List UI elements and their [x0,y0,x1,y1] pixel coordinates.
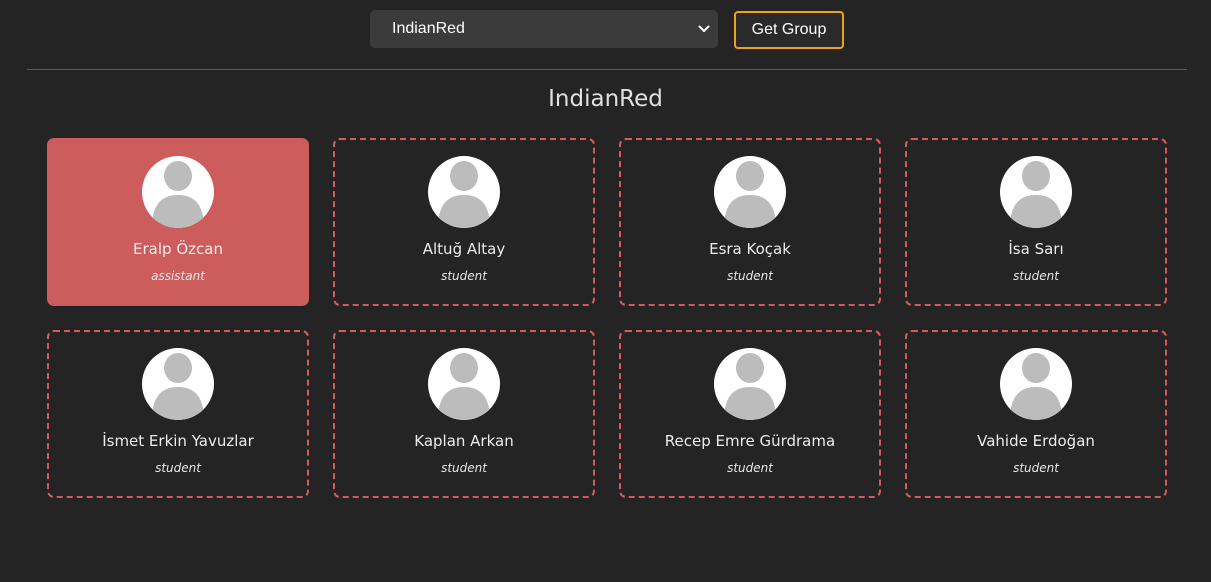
member-card[interactable]: Altuğ Altay student [333,138,595,306]
group-select[interactable]: IndianRed [370,10,718,48]
member-role: student [727,461,773,475]
user-avatar-icon [428,348,500,420]
member-name: Recep Emre Gürdrama [664,432,836,450]
member-role: student [1013,269,1059,283]
member-name: Altuğ Altay [422,240,506,258]
member-card[interactable]: Eralp Özcan assistant [47,138,309,306]
member-name: Esra Koçak [709,240,791,258]
user-avatar-icon [1000,348,1072,420]
member-role: student [1013,461,1059,475]
member-name: Kaplan Arkan [414,432,514,450]
user-avatar-icon [1000,156,1072,228]
member-card[interactable]: İsa Sarı student [905,138,1167,306]
user-avatar-icon [142,348,214,420]
members-grid: Eralp Özcan assistant Altuğ Altay studen… [47,138,1167,498]
member-role: student [727,269,773,283]
user-avatar-icon [142,156,214,228]
member-name: İsa Sarı [1008,240,1064,258]
top-toolbar: IndianRed Get Group [0,0,1211,60]
divider [27,69,1187,70]
member-card[interactable]: İsmet Erkin Yavuzlar student [47,330,309,498]
group-title: IndianRed [548,86,663,112]
member-card[interactable]: Vahide Erdoğan student [905,330,1167,498]
member-role: assistant [151,269,205,283]
member-role: student [441,461,487,475]
member-card[interactable]: Esra Koçak student [619,138,881,306]
member-card[interactable]: Recep Emre Gürdrama student [619,330,881,498]
member-role: student [441,269,487,283]
get-group-button[interactable]: Get Group [734,11,844,49]
user-avatar-icon [714,348,786,420]
member-role: student [155,461,201,475]
chevron-down-icon [698,23,710,35]
group-select-value: IndianRed [392,20,465,37]
user-avatar-icon [714,156,786,228]
user-avatar-icon [428,156,500,228]
member-name: Eralp Özcan [133,240,223,258]
member-card[interactable]: Kaplan Arkan student [333,330,595,498]
member-name: İsmet Erkin Yavuzlar [102,432,254,450]
member-name: Vahide Erdoğan [977,432,1095,450]
